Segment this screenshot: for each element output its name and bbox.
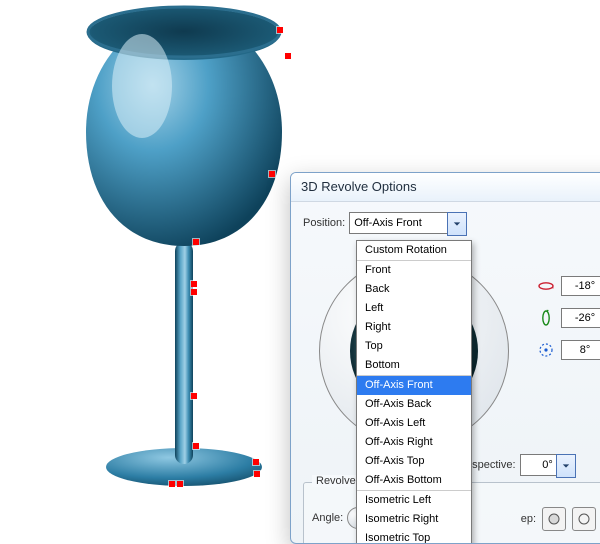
dialog-3d-revolve-options: 3D Revolve Options Position: Off-Axis Fr… [290,172,600,544]
rotate-z-icon [537,341,555,359]
dropdown-item[interactable]: Isometric Top [357,529,471,544]
chevron-down-icon[interactable] [447,212,467,236]
canvas: 3D Revolve Options Position: Off-Axis Fr… [0,0,600,530]
dropdown-item[interactable]: Top [357,337,471,356]
rotation-y-row: -26° [537,308,600,328]
anchor-point[interactable] [191,281,197,287]
position-row: Position: Off-Axis Front [303,212,600,234]
anchor-point[interactable] [277,27,283,33]
anchor-point[interactable] [169,481,175,487]
revolve-legend: Revolve [312,475,360,487]
anchor-point[interactable] [254,471,260,477]
chevron-down-icon[interactable] [556,454,576,478]
dropdown-item[interactable]: Off-Axis Back [357,395,471,414]
cap-label: ep: [521,513,536,525]
anchor-point[interactable] [191,393,197,399]
position-label: Position: [303,217,345,229]
dropdown-item[interactable]: Right [357,318,471,337]
rotation-z-row: 8° [537,340,600,360]
rotation-y-input[interactable]: -26° [561,308,600,328]
position-combo-value: Off-Axis Front [354,217,422,229]
rotation-x-row: -18° [537,276,600,296]
dropdown-item[interactable]: Off-Axis Left [357,414,471,433]
anchor-point[interactable] [191,289,197,295]
dropdown-item[interactable]: Off-Axis Right [357,433,471,452]
anchor-point[interactable] [253,459,259,465]
position-combo[interactable]: Off-Axis Front [349,212,467,234]
anchor-point[interactable] [177,481,183,487]
dropdown-item[interactable]: Off-Axis Bottom [357,471,471,490]
anchor-point[interactable] [269,171,275,177]
dropdown-item[interactable]: Bottom [357,356,471,375]
dropdown-item[interactable]: Isometric Left [357,491,471,510]
dropdown-item[interactable]: Left [357,299,471,318]
anchor-point[interactable] [285,53,291,59]
dropdown-item[interactable]: Front [357,261,471,280]
cap-on-button[interactable] [542,507,566,531]
dialog-title: 3D Revolve Options [291,173,600,202]
dropdown-item[interactable]: Isometric Right [357,510,471,529]
cap-row: ep: [521,507,596,531]
dropdown-item[interactable]: Off-Axis Front [357,376,471,395]
cap-off-button[interactable] [572,507,596,531]
position-dropdown-list[interactable]: Custom RotationFrontBackLeftRightTopBott… [356,240,472,544]
dropdown-item[interactable]: Back [357,280,471,299]
anchor-point[interactable] [193,239,199,245]
rotation-z-input[interactable]: 8° [561,340,600,360]
anchor-point[interactable] [193,443,199,449]
perspective-input[interactable]: 0° [520,454,576,476]
perspective-row: Perspective: 0° [455,454,576,476]
rotate-x-icon [537,277,555,295]
dropdown-item[interactable]: Off-Axis Top [357,452,471,471]
rotate-y-icon [537,309,555,327]
dropdown-item[interactable]: Custom Rotation [357,241,471,260]
rotation-x-input[interactable]: -18° [561,276,600,296]
angle-label: Angle: [312,512,343,524]
artwork-wine-glass [46,4,326,494]
